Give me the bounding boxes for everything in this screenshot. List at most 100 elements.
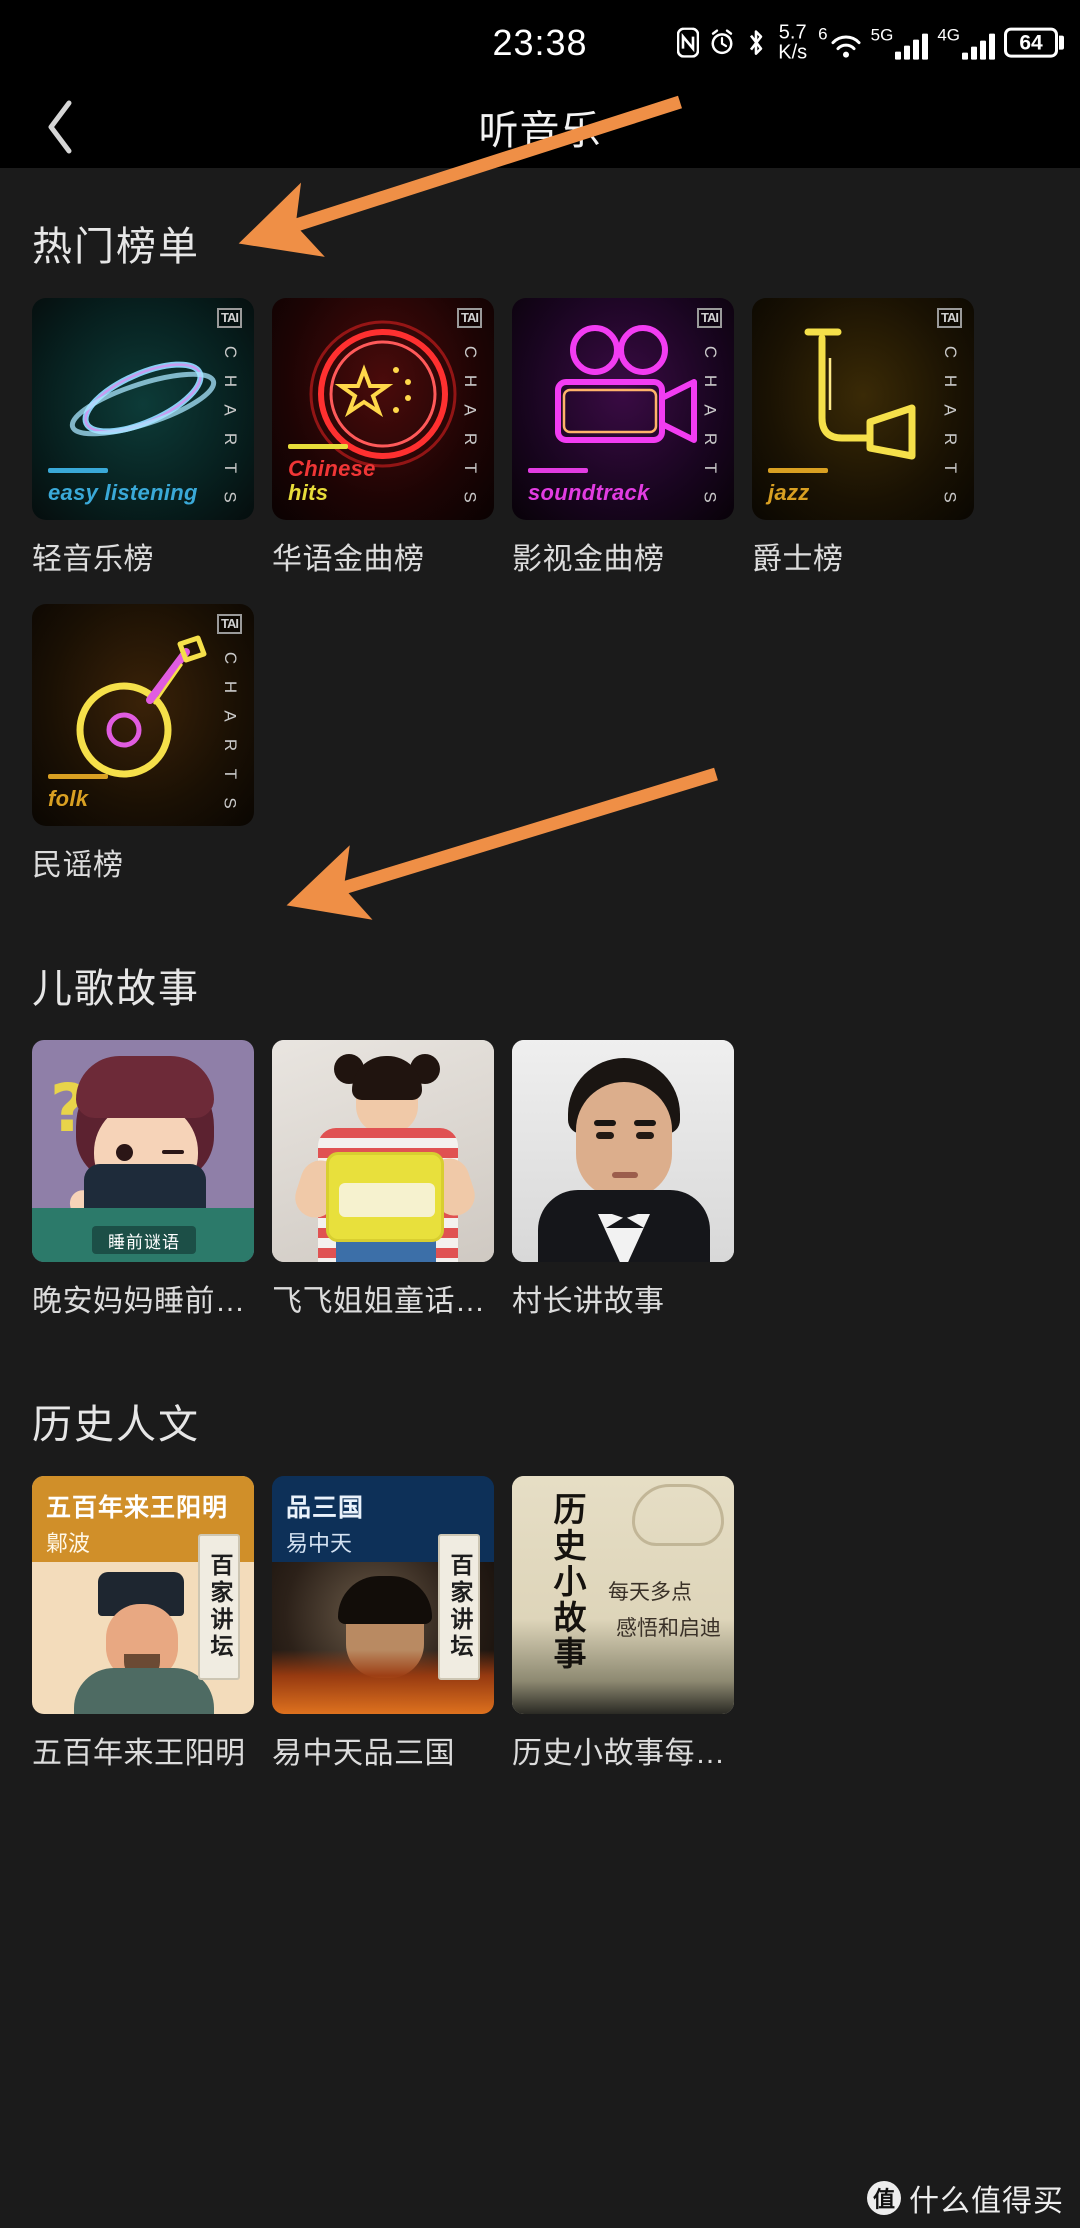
genre-tag: soundtrack: [528, 468, 650, 506]
status-bar: 23:38 5.7 K/s 6 5G 4G 64: [0, 0, 1080, 86]
sim2-network-label: 4G: [937, 25, 960, 45]
battery-percent: 64: [1019, 31, 1043, 55]
kids-label: 飞飞姐姐童话故事集: [272, 1285, 494, 1318]
network-speed-value: 5.7: [778, 21, 807, 44]
battery-icon: 64: [1004, 28, 1058, 58]
cover-author: 易中天: [286, 1531, 353, 1556]
chart-label: 华语金曲榜: [272, 543, 425, 576]
cover-text: 睡前谜语: [92, 1226, 196, 1254]
history-label: 易中天品三国: [272, 1737, 455, 1770]
chart-label: 轻音乐榜: [32, 543, 154, 576]
genre-tag: Chinese hits: [288, 443, 376, 506]
page-title: 听音乐: [478, 109, 602, 153]
charts-vertical-label: CHARTS: [460, 345, 480, 504]
chart-label: 民谣榜: [32, 849, 124, 882]
wifi-generation-label: 6: [818, 24, 828, 44]
section-title-kids-stories: 儿歌故事: [32, 967, 200, 1011]
charts-vertical-label: CHARTS: [700, 345, 720, 504]
grid-cell: 村长讲故事: [512, 1040, 734, 1320]
genre-tag: jazz: [768, 468, 828, 506]
scroll-content[interactable]: 热门榜单 TAI CHARTS easy listening 轻音乐榜 TAI …: [0, 168, 1080, 2228]
grid-cell: ? 睡前谜语 晚安妈妈睡前谜语: [32, 1040, 254, 1320]
back-button[interactable]: [30, 97, 90, 157]
grid-cell: TAI CHARTS folk 民谣榜: [32, 604, 254, 884]
genre-tag: folk: [48, 774, 108, 812]
genre-text: soundtrack: [528, 480, 650, 506]
grid-cell: 品三国 易中天 百家讲坛 易中天品三国: [272, 1476, 494, 1772]
kids-card-bedtime-riddles[interactable]: ? 睡前谜语: [32, 1040, 254, 1262]
chart-grid: TAI CHARTS easy listening 轻音乐榜 TAI C H A…: [32, 298, 1048, 910]
chart-card-easy-listening[interactable]: TAI CHARTS easy listening: [32, 298, 254, 520]
history-card-little-history-stories[interactable]: 历史小故事 每天多点 感悟和启迪: [512, 1476, 734, 1714]
watermark: 值 什么值得买: [867, 2176, 1064, 2220]
genre-text: easy listening: [48, 480, 198, 506]
history-card-three-kingdoms[interactable]: 品三国 易中天 百家讲坛: [272, 1476, 494, 1714]
status-time: 23:38: [492, 22, 588, 63]
signal-icon-5g: 5G: [871, 27, 929, 60]
tai-badge: TAI: [217, 308, 242, 328]
sim1-network-label: 5G: [870, 25, 894, 45]
network-speed-indicator: 5.7 K/s: [778, 21, 808, 64]
series-badge: 百家讲坛: [198, 1534, 240, 1680]
chart-label: 爵士榜: [752, 543, 844, 576]
genre-text: folk: [48, 786, 89, 812]
watermark-text: 什么值得买: [909, 2185, 1064, 2218]
genre-text: jazz: [768, 480, 810, 506]
genre-text-line1: Chinese: [288, 455, 376, 481]
kids-label: 村长讲故事: [512, 1285, 665, 1318]
grid-cell: 历史小故事 每天多点 感悟和启迪 历史小故事每天多...: [512, 1476, 734, 1772]
signal-bars-2: [962, 33, 995, 60]
grid-cell: TAI CHARTS soundtrack 影视金曲榜: [512, 298, 734, 578]
charts-vertical-label: CHARTS: [220, 651, 240, 810]
history-label: 历史小故事每天多...: [512, 1737, 734, 1770]
cover-title: 品三国: [286, 1493, 365, 1522]
series-badge: 百家讲坛: [438, 1534, 480, 1680]
network-speed-unit: K/s: [778, 42, 808, 64]
kids-grid: ? 睡前谜语 晚安妈妈睡前谜语 飞飞姐姐童话故 村长讲故事: [32, 1040, 1048, 1346]
cover-title: 历史小故事: [548, 1492, 587, 1672]
bluetooth-icon: [745, 28, 767, 58]
tai-badge: TAI: [457, 308, 482, 328]
section-popular-charts: 热门榜单 TAI CHARTS easy listening 轻音乐榜 TAI …: [0, 168, 1080, 910]
kids-label: 晚安妈妈睡前谜语: [32, 1285, 254, 1318]
history-grid: 五百年来王阳明 鄡波 百家讲坛 五百年来王阳明 品三国 易中天 百家讲坛 易中天…: [32, 1476, 1048, 1798]
charts-vertical-label: CHARTS: [220, 345, 240, 504]
chart-label: 影视金曲榜: [512, 543, 665, 576]
section-title-popular-charts: 热门榜单: [32, 225, 200, 269]
alarm-icon: [708, 28, 736, 58]
charts-vertical-label: CHARTS: [940, 345, 960, 504]
cover-subtitle-2: 感悟和启迪: [616, 1616, 721, 1640]
grid-cell: TAI CHARTS easy listening 轻音乐榜: [32, 298, 254, 578]
status-icons: 5.7 K/s 6 5G 4G 64: [677, 21, 1058, 64]
watermark-badge: 值: [867, 2181, 901, 2215]
cloud-motif-icon: [632, 1484, 724, 1546]
cover-author: 鄡波: [46, 1531, 91, 1556]
section-history-humanities: 历史人文 五百年来王阳明 鄡波 百家讲坛 五百年来王阳明 品三国 易中天 百家讲…: [0, 1346, 1080, 1798]
grid-cell: TAI CHARTS Chinese hits 华语金曲榜: [272, 298, 494, 578]
wifi-icon: 6: [818, 26, 861, 61]
chart-card-chinese-hits[interactable]: TAI CHARTS Chinese hits: [272, 298, 494, 520]
chart-card-jazz[interactable]: TAI CHARTS jazz: [752, 298, 974, 520]
chevron-left-icon: [48, 100, 72, 154]
history-card-wang-yangming[interactable]: 五百年来王阳明 鄡波 百家讲坛: [32, 1476, 254, 1714]
genre-tag: easy listening: [48, 468, 198, 506]
cover-title: 五百年来王阳明: [46, 1493, 229, 1522]
kids-card-feifei-fairytales[interactable]: [272, 1040, 494, 1262]
section-kids-stories: 儿歌故事 ? 睡前谜语 晚安妈妈睡前谜语 飞飞姐姐童话故 村长讲故事: [0, 910, 1080, 1346]
tai-badge: TAI: [697, 308, 722, 328]
tai-badge: TAI: [217, 614, 242, 634]
kids-card-village-chief-stories[interactable]: [512, 1040, 734, 1262]
genre-text-line2: hits: [288, 480, 329, 506]
chart-card-soundtrack[interactable]: TAI CHARTS soundtrack: [512, 298, 734, 520]
grid-cell: 五百年来王阳明 鄡波 百家讲坛 五百年来王阳明: [32, 1476, 254, 1772]
grid-cell: 飞飞姐姐童话故事集: [272, 1040, 494, 1320]
tai-badge: TAI: [937, 308, 962, 328]
history-label: 五百年来王阳明: [32, 1737, 246, 1770]
chart-card-folk[interactable]: TAI CHARTS folk: [32, 604, 254, 826]
app-bar: 听音乐: [0, 86, 1080, 168]
nfc-icon: [677, 28, 700, 58]
cover-subtitle-1: 每天多点: [608, 1580, 692, 1604]
grid-cell: TAI CHARTS jazz 爵士榜: [752, 298, 974, 578]
signal-bars-1: [895, 33, 929, 60]
signal-icon-4g: 4G: [937, 27, 995, 60]
